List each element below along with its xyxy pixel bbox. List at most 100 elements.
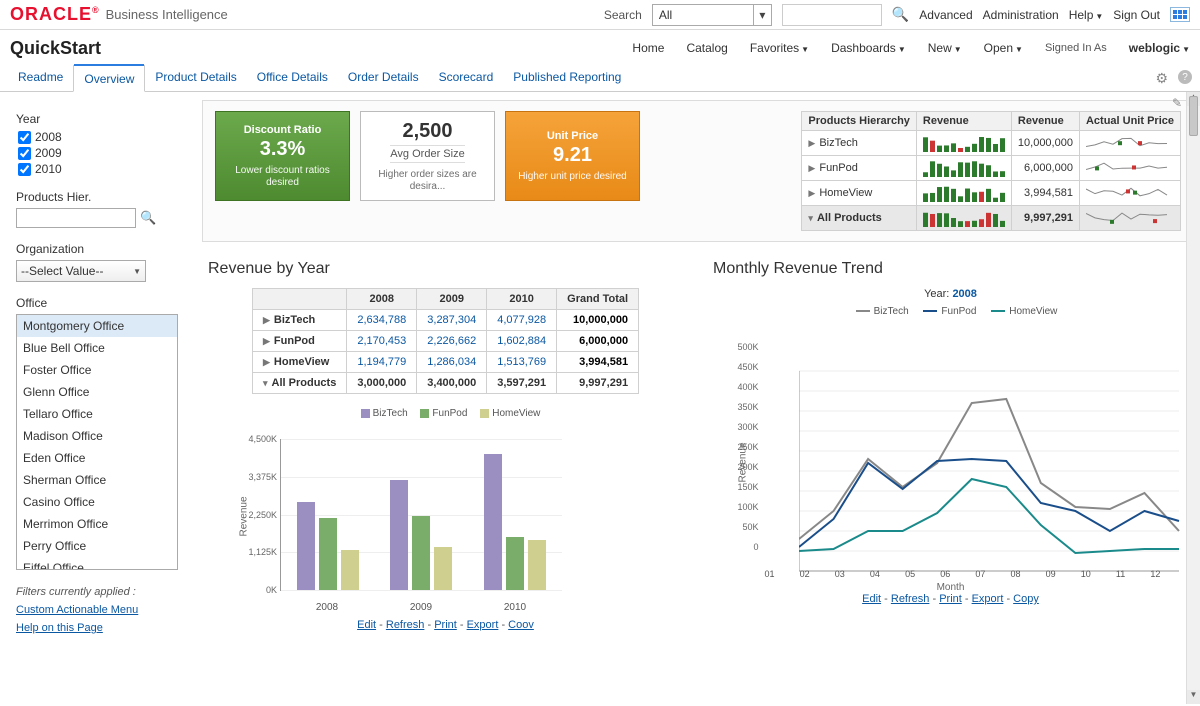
nav-new[interactable]: New▼: [928, 41, 962, 55]
oracle-logo: ORACLE®: [10, 4, 100, 25]
edit-icon[interactable]: ✎: [1172, 96, 1182, 110]
chevron-down-icon: ▼: [133, 267, 141, 276]
bar-chart-legend: BizTech FunPod HomeView: [202, 408, 689, 419]
organization-label: Organization: [16, 242, 187, 256]
search-icon[interactable]: 🔍: [892, 6, 909, 23]
line-series-homeview[interactable]: [799, 479, 1179, 553]
bar-funpod-2009[interactable]: [412, 516, 430, 590]
tile-unit-price[interactable]: Unit Price 9.21 Higher unit price desire…: [505, 111, 640, 201]
table-row[interactable]: ▶HomeView1,194,7791,286,0341,513,7693,99…: [253, 352, 639, 373]
tab-row: ReadmeOverviewProduct DetailsOffice Deta…: [0, 66, 1200, 92]
bar-homeview-2010[interactable]: [528, 540, 546, 590]
help-menu[interactable]: Help▼: [1069, 8, 1104, 22]
gear-icon[interactable]: ⚙: [1155, 70, 1168, 87]
vertical-scrollbar[interactable]: ▲▼: [1186, 92, 1200, 704]
office-item[interactable]: Perry Office: [17, 535, 177, 557]
tab-order-details[interactable]: Order Details: [338, 64, 429, 91]
tile-discount-ratio[interactable]: Discount Ratio 3.3% Lower discount ratio…: [215, 111, 350, 201]
office-item[interactable]: Eiffel Office: [17, 557, 177, 570]
sidebar: Year 200820092010 Products Hier. 🔍 Organ…: [0, 92, 196, 704]
custom-actionable-menu-link[interactable]: Custom Actionable Menu: [16, 604, 187, 616]
print-link[interactable]: Print: [434, 619, 457, 631]
refresh-link[interactable]: Refresh: [386, 619, 425, 631]
export-link[interactable]: Export: [972, 593, 1004, 605]
tab-scorecard[interactable]: Scorecard: [429, 64, 504, 91]
filters-applied-label: Filters currently applied :: [16, 586, 187, 598]
search-label: Search: [604, 8, 642, 22]
edit-link[interactable]: Edit: [862, 593, 881, 605]
monthly-line-chart: Revenue 050K100K150K200K250K300K350K400K…: [731, 327, 1171, 587]
revenue-by-year-table: 200820092010Grand Total▶BizTech2,634,788…: [252, 288, 639, 394]
organization-select[interactable]: --Select Value--▼: [16, 260, 146, 282]
copy-link[interactable]: Coov: [508, 619, 534, 631]
bar-biztech-2008[interactable]: [297, 502, 315, 590]
nav-home[interactable]: Home: [632, 41, 664, 55]
section-title-revenue-by-year: Revenue by Year: [208, 260, 689, 278]
help-on-page-link[interactable]: Help on this Page: [16, 622, 187, 634]
bar-homeview-2008[interactable]: [341, 550, 359, 590]
bar-biztech-2009[interactable]: [390, 480, 408, 590]
bar-homeview-2009[interactable]: [434, 547, 452, 590]
tab-readme[interactable]: Readme: [8, 64, 73, 91]
office-item[interactable]: Glenn Office: [17, 381, 177, 403]
table-row[interactable]: ▶HomeView3,994,581: [802, 181, 1181, 206]
line-chart-legend: BizTech FunPod HomeView: [707, 306, 1194, 317]
tile-avg-order-size[interactable]: 2,500 Avg Order Size Higher order sizes …: [360, 111, 495, 201]
bar-funpod-2010[interactable]: [506, 537, 524, 590]
year-checkbox-2010[interactable]: 2010: [18, 162, 187, 176]
year-checkbox-2009[interactable]: 2009: [18, 146, 187, 160]
copy-link[interactable]: Copy: [1013, 593, 1039, 605]
nav-catalog[interactable]: Catalog: [686, 41, 727, 55]
nav-favorites[interactable]: Favorites▼: [750, 41, 809, 55]
nav-open[interactable]: Open▼: [984, 41, 1023, 55]
table-row[interactable]: ▶FunPod2,170,4532,226,6621,602,8846,000,…: [253, 331, 639, 352]
office-item[interactable]: Tellaro Office: [17, 403, 177, 425]
office-item[interactable]: Foster Office: [17, 359, 177, 381]
office-item[interactable]: Madison Office: [17, 425, 177, 447]
advanced-link[interactable]: Advanced: [919, 8, 972, 22]
search-icon[interactable]: 🔍: [140, 210, 156, 226]
app-switcher-icon[interactable]: [1170, 7, 1190, 22]
office-item[interactable]: Casino Office: [17, 491, 177, 513]
user-menu[interactable]: weblogic▼: [1129, 41, 1190, 55]
table-total-row[interactable]: ▾All Products9,997,291: [802, 206, 1181, 231]
tab-overview[interactable]: Overview: [73, 65, 145, 92]
table-total-row[interactable]: ▾All Products3,000,0003,400,0003,597,291…: [253, 373, 639, 394]
office-item[interactable]: Eden Office: [17, 447, 177, 469]
search-scope-select[interactable]: All ▾: [652, 4, 772, 26]
tab-published-reporting[interactable]: Published Reporting: [503, 64, 631, 91]
administration-link[interactable]: Administration: [983, 8, 1059, 22]
nav-dashboards[interactable]: Dashboards▼: [831, 41, 906, 55]
signed-in-label: Signed In As: [1045, 42, 1107, 54]
search-input[interactable]: [782, 4, 882, 26]
signout-link[interactable]: Sign Out: [1113, 8, 1160, 22]
tab-office-details[interactable]: Office Details: [247, 64, 338, 91]
brand-subtitle: Business Intelligence: [106, 7, 228, 22]
edit-link[interactable]: Edit: [357, 619, 376, 631]
table-row[interactable]: ▶BizTech2,634,7883,287,3044,077,92810,00…: [253, 310, 639, 331]
office-item[interactable]: Montgomery Office: [17, 315, 177, 337]
monthly-year-label: Year: 2008: [707, 288, 1194, 300]
main-content: ✎ Discount Ratio 3.3% Lower discount rat…: [196, 92, 1200, 704]
brand-bar: ORACLE® Business Intelligence Search All…: [0, 0, 1200, 30]
line-series-biztech[interactable]: [799, 399, 1179, 539]
title-bar: QuickStart Home Catalog Favorites▼ Dashb…: [0, 30, 1200, 66]
products-mini-table: Products HierarchyRevenueRevenueActual U…: [801, 111, 1181, 231]
office-label: Office: [16, 296, 187, 310]
chevron-down-icon[interactable]: ▾: [753, 5, 771, 25]
table-row[interactable]: ▶FunPod6,000,000: [802, 156, 1181, 181]
refresh-link[interactable]: Refresh: [891, 593, 930, 605]
help-icon[interactable]: ?: [1178, 70, 1192, 84]
year-checkbox-2008[interactable]: 2008: [18, 130, 187, 144]
office-item[interactable]: Merrimon Office: [17, 513, 177, 535]
table-row[interactable]: ▶BizTech10,000,000: [802, 131, 1181, 156]
products-hier-input[interactable]: [16, 208, 136, 228]
bar-funpod-2008[interactable]: [319, 518, 337, 590]
office-item[interactable]: Sherman Office: [17, 469, 177, 491]
bar-biztech-2010[interactable]: [484, 454, 502, 590]
export-link[interactable]: Export: [467, 619, 499, 631]
tab-product-details[interactable]: Product Details: [145, 64, 246, 91]
office-item[interactable]: Blue Bell Office: [17, 337, 177, 359]
print-link[interactable]: Print: [939, 593, 962, 605]
office-listbox[interactable]: Montgomery OfficeBlue Bell OfficeFoster …: [16, 314, 178, 570]
